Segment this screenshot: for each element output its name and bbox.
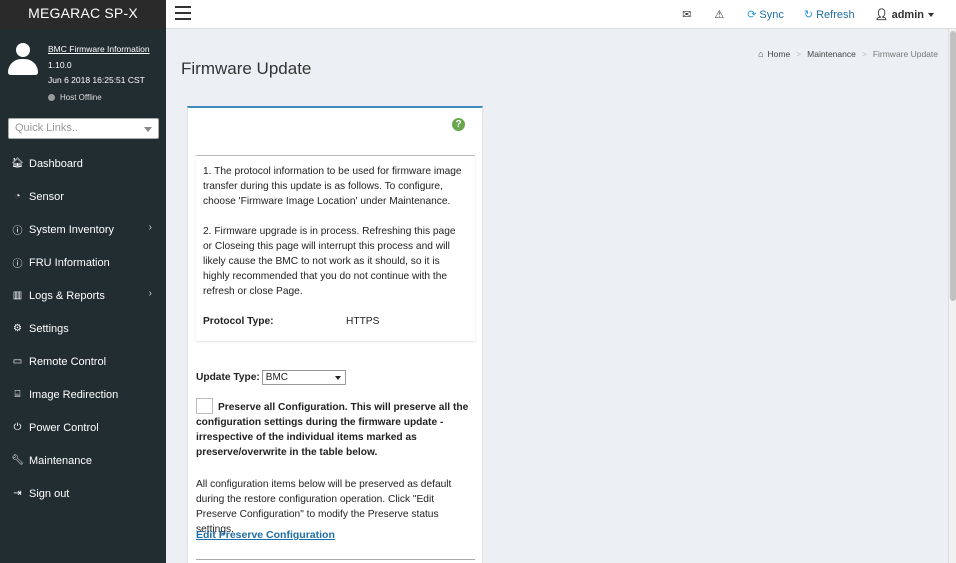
host-status: Host Offline (48, 90, 150, 106)
chevron-down-icon (928, 12, 934, 17)
brand-title: MEGARAC SP-X (0, 0, 166, 29)
preserve-all-checkbox[interactable] (196, 397, 213, 414)
protocol-type-value: HTTPS (346, 316, 380, 327)
power-icon: ⏻ (13, 422, 22, 433)
sidebar-item-system-inventory[interactable]: ⓘ System Inventory › (0, 213, 166, 246)
sidebar-item-fru-information[interactable]: ⓘ FRU Information (0, 246, 166, 279)
avatar (8, 43, 38, 77)
help-icon[interactable]: ? (452, 118, 465, 131)
sidebar-item-power-control[interactable]: ⏻ Power Control (0, 411, 166, 444)
protocol-type-label: Protocol Type: (203, 316, 274, 327)
firmware-version: 1.10.0 (48, 59, 72, 70)
user-info: BMC Firmware Information 1.10.0 Jun 6 20… (48, 42, 150, 105)
refresh-label: Refresh (816, 8, 855, 21)
quick-links-placeholder: Quick Links.. (15, 122, 78, 134)
update-type-select[interactable]: BMC (261, 370, 346, 385)
sidebar-item-label: Image Redirection (29, 388, 119, 401)
firmware-info-link[interactable]: BMC Firmware Information (48, 42, 150, 58)
sidebar-item-label: Settings (29, 322, 69, 335)
host-status-label: Host Offline (60, 92, 102, 102)
dashboard-icon: 🏠︎ (11, 158, 24, 169)
protocol-type-row: Protocol Type: HTTPS (203, 314, 467, 329)
user-menu-button[interactable]: 👤︎ admin (875, 8, 934, 21)
chevron-right-icon: › (148, 222, 152, 233)
edit-preserve-config-link[interactable]: Edit Preserve Configuration (196, 529, 335, 541)
sync-icon: ⟳ (747, 9, 757, 21)
messages-button[interactable]: ✉ (682, 8, 694, 21)
update-type-value: BMC (265, 372, 289, 383)
sync-button[interactable]: ⟳ Sync (747, 8, 784, 22)
chevron-down-icon (334, 376, 341, 380)
top-navbar: ✉ ⚠ ⟳ Sync ↻ Refresh 👤︎ admin (166, 0, 956, 29)
warning-icon: ⚠ (714, 9, 725, 21)
sidebar-menu: 🏠︎ Dashboard ◔ Sensor ⓘ System Inventory… (0, 147, 166, 510)
preserve-config-text: Preserve all Configuration. This will pr… (196, 402, 469, 458)
monitor-icon: ▭ (12, 356, 23, 367)
sidebar-item-sensor[interactable]: ◔ Sensor (0, 180, 166, 213)
update-type-label: Update Type: (196, 372, 260, 383)
info-paragraph-2: 2. Firmware upgrade is in process. Refre… (203, 226, 456, 297)
scrollbar-thumb[interactable] (950, 31, 956, 301)
sensor-icon: ◔ (14, 191, 21, 202)
info-paragraph-1: 1. The protocol information to be used f… (203, 166, 462, 207)
sidebar-item-remote-control[interactable]: ▭ Remote Control (0, 345, 166, 378)
wrench-icon: 🔧︎ (11, 455, 24, 466)
user-panel: BMC Firmware Information 1.10.0 Jun 6 20… (0, 29, 166, 109)
drive-icon: ⌸ (14, 389, 21, 400)
sidebar-item-label: Power Control (29, 421, 99, 434)
sync-label: Sync (759, 8, 784, 21)
page-title: Firmware Update (181, 59, 312, 78)
user-icon: 👤︎ (874, 9, 889, 21)
sidebar-item-label: FRU Information (29, 256, 110, 269)
sidebar: MEGARAC SP-X BMC Firmware Information 1.… (0, 0, 166, 563)
protocol-info-panel: 1. The protocol information to be used f… (196, 155, 475, 341)
firmware-datetime: Jun 6 2018 16:25:51 CST (48, 75, 145, 85)
sidebar-item-settings[interactable]: ⚙ Settings (0, 312, 166, 345)
breadcrumb-separator: > (796, 49, 802, 59)
preserve-config-row: Preserve all Configuration. This will pr… (196, 397, 471, 460)
sidebar-item-label: Maintenance (29, 454, 92, 467)
gear-icon: ⚙ (13, 323, 22, 334)
breadcrumb-separator: > (861, 49, 867, 59)
sign-out-icon: ⇥ (13, 488, 22, 499)
quick-links-select[interactable]: Quick Links.. (8, 118, 159, 139)
alerts-button[interactable]: ⚠ (714, 8, 727, 21)
sidebar-item-label: Remote Control (29, 355, 107, 368)
divider (196, 559, 475, 560)
chevron-right-icon: › (148, 288, 152, 299)
sidebar-item-sign-out[interactable]: ⇥ Sign out (0, 477, 166, 510)
home-icon: ⌂ (758, 49, 764, 59)
sidebar-item-label: Sign out (29, 487, 70, 500)
info-icon: ⓘ (12, 259, 23, 270)
navbar-right: ✉ ⚠ ⟳ Sync ↻ Refresh 👤︎ admin (662, 0, 934, 29)
envelope-icon: ✉ (682, 9, 692, 21)
update-type-row: Update Type: BMC (196, 370, 346, 385)
info-icon: ⓘ (12, 226, 23, 237)
status-dot-icon (48, 93, 55, 101)
breadcrumb-current: Firmware Update (872, 49, 938, 59)
main-content: Firmware Update ⌂ Home > Maintenance > F… (166, 29, 948, 563)
sidebar-item-logs-reports[interactable]: ▥ Logs & Reports › (0, 279, 166, 312)
breadcrumb-maintenance[interactable]: Maintenance (807, 49, 856, 59)
breadcrumb: ⌂ Home > Maintenance > Firmware Update (758, 49, 938, 59)
refresh-icon: ↻ (803, 9, 814, 21)
page-scrollbar[interactable] (948, 29, 956, 563)
sidebar-item-maintenance[interactable]: 🔧︎ Maintenance (0, 444, 166, 477)
menu-toggle-icon[interactable] (175, 6, 191, 20)
sidebar-item-label: System Inventory (29, 223, 114, 236)
sidebar-item-dashboard[interactable]: 🏠︎ Dashboard (0, 147, 166, 180)
preserve-note: All configuration items below will be pr… (196, 479, 452, 535)
bar-chart-icon: ▥ (12, 290, 23, 301)
firmware-update-panel: ? 1. The protocol information to be used… (187, 106, 483, 563)
sidebar-item-image-redirection[interactable]: ⌸ Image Redirection (0, 378, 166, 411)
sidebar-item-label: Logs & Reports (29, 289, 105, 302)
refresh-button[interactable]: ↻ Refresh (803, 8, 855, 22)
sidebar-item-label: Dashboard (29, 157, 83, 170)
sidebar-item-label: Sensor (29, 190, 64, 203)
breadcrumb-home[interactable]: Home (768, 49, 791, 59)
user-label: admin (891, 8, 924, 21)
chevron-down-icon (144, 127, 152, 132)
